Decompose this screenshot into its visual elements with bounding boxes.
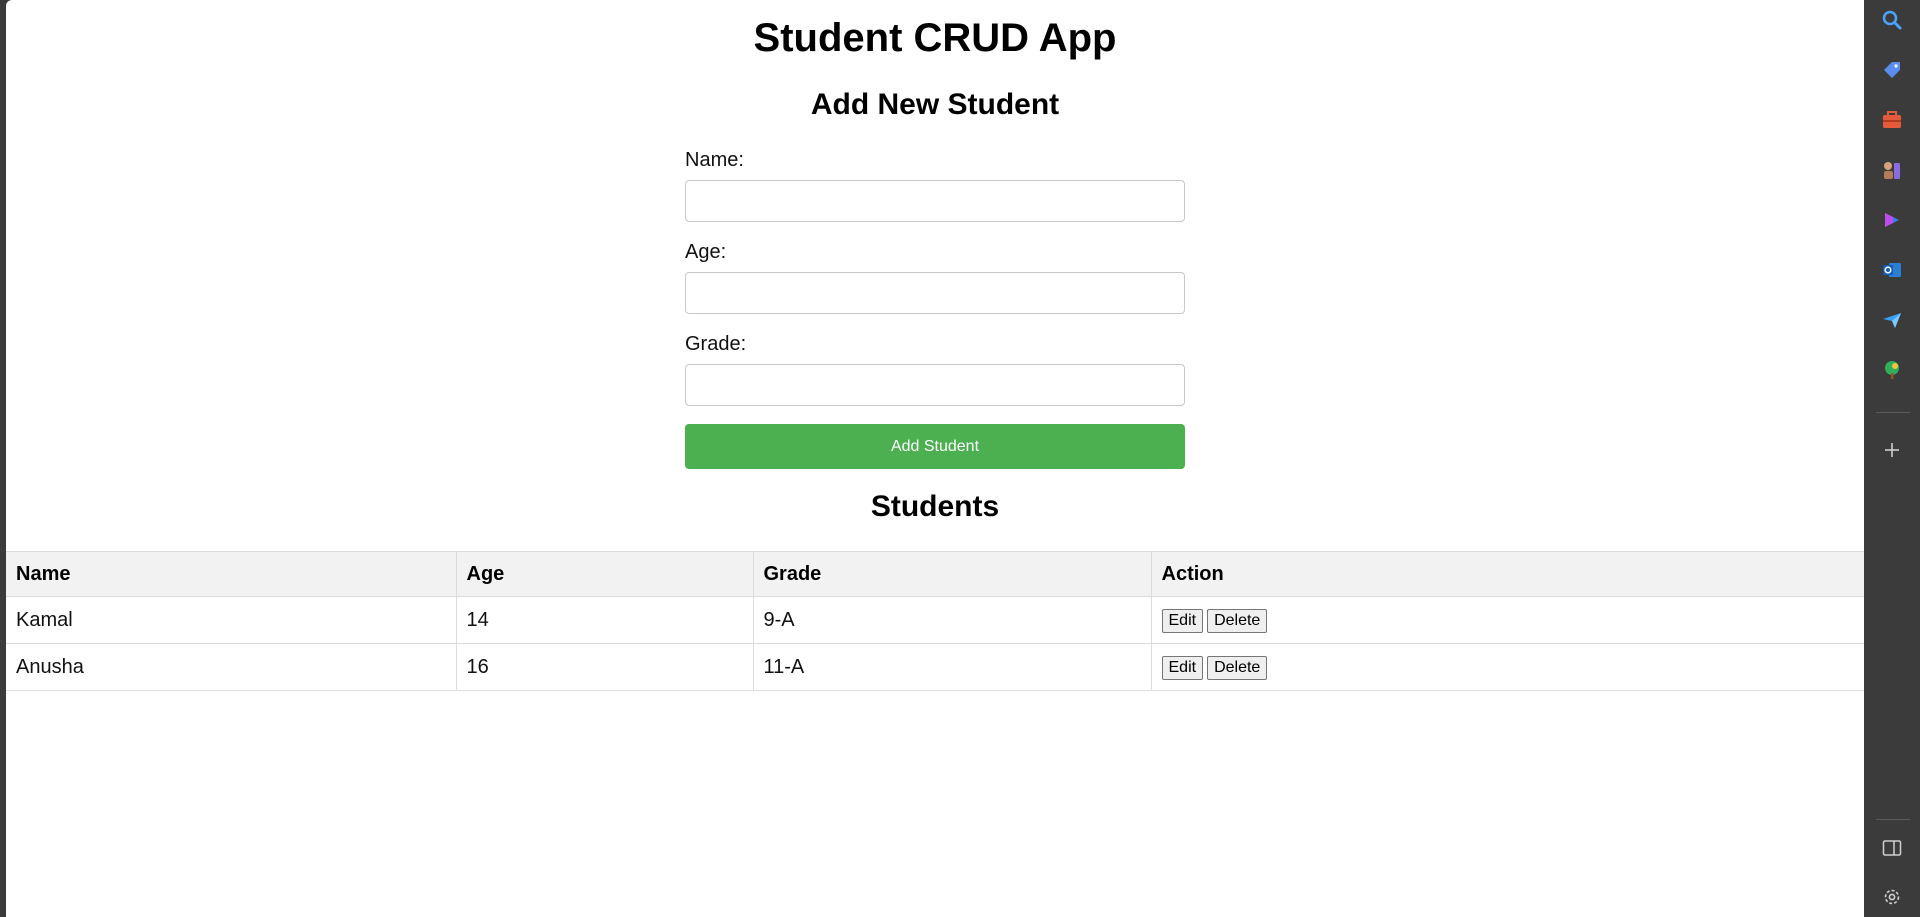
app-title: Student CRUD App [753, 16, 1117, 60]
split-view-icon[interactable] [1876, 832, 1908, 864]
students-title: Students [870, 490, 1000, 523]
send-icon[interactable] [1876, 304, 1908, 336]
student-grade-cell: 11-A [753, 643, 1152, 691]
table-header-row: Name Age Grade Action [6, 551, 1864, 597]
age-input[interactable] [685, 272, 1185, 314]
sidebar-divider [1876, 412, 1910, 413]
settings-icon[interactable] [1876, 881, 1908, 913]
outlook-icon[interactable] [1876, 254, 1908, 286]
name-input[interactable] [685, 180, 1185, 222]
column-header-action: Action [1151, 551, 1864, 597]
delete-button[interactable]: Delete [1207, 608, 1268, 633]
student-age-cell: 14 [456, 596, 754, 644]
add-student-button[interactable]: Add Student [685, 424, 1185, 469]
edit-button[interactable]: Edit [1161, 655, 1204, 680]
tree-icon[interactable] [1876, 354, 1908, 386]
form-title: Add New Student [810, 88, 1060, 121]
edit-button[interactable]: Edit [1161, 608, 1204, 633]
tag-icon[interactable] [1876, 54, 1908, 86]
search-icon[interactable] [1876, 4, 1908, 36]
grade-label: Grade: [685, 333, 747, 355]
table-row: Anusha 16 11-A Edit Delete [6, 643, 1864, 691]
add-icon[interactable] [1876, 434, 1908, 466]
column-header-age: Age [456, 551, 754, 597]
delete-button[interactable]: Delete [1207, 655, 1268, 680]
age-label: Age: [685, 241, 727, 263]
student-action-cell: Edit Delete [1151, 643, 1864, 691]
student-age-cell: 16 [456, 643, 754, 691]
student-action-cell: Edit Delete [1151, 596, 1864, 644]
chess-icon[interactable] [1876, 154, 1908, 186]
grade-input[interactable] [685, 364, 1185, 406]
student-grade-cell: 9-A [753, 596, 1152, 644]
name-label: Name: [685, 149, 744, 171]
copilot-icon[interactable] [1876, 204, 1908, 236]
browser-sidebar [1864, 0, 1920, 917]
sidebar-divider [1876, 819, 1910, 820]
students-table: Name Age Grade Action Kamal 14 9-A Edit D… [6, 551, 1864, 691]
student-name-cell: Kamal [6, 596, 457, 644]
web-page: Student CRUD App Add New Student Name: A… [6, 0, 1864, 917]
briefcase-icon[interactable] [1876, 104, 1908, 136]
column-header-name: Name [6, 551, 457, 597]
add-student-form: Name: Age: Grade: Add Student [685, 148, 1185, 469]
column-header-grade: Grade [753, 551, 1152, 597]
student-name-cell: Anusha [6, 643, 457, 691]
table-row: Kamal 14 9-A Edit Delete [6, 596, 1864, 644]
